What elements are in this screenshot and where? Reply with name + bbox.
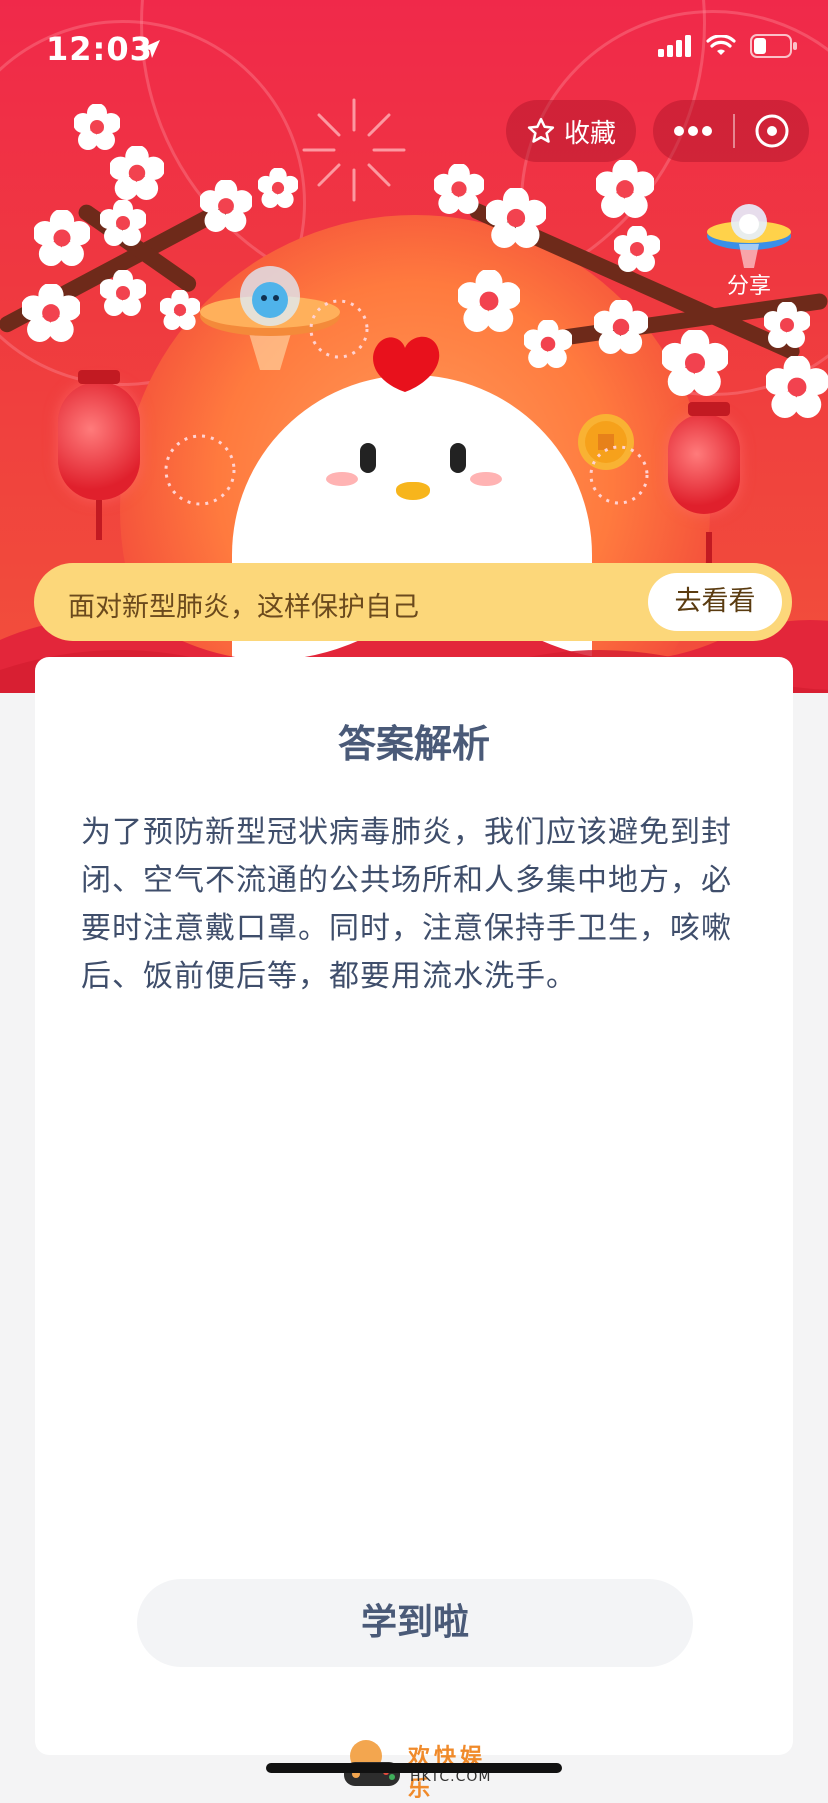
status-icons	[658, 34, 798, 58]
blossom-flower	[34, 210, 90, 266]
mini-program-capsule	[653, 100, 809, 162]
share-button[interactable]: 分享	[704, 196, 794, 300]
answer-body: 为了预防新型冠状病毒肺炎，我们应该避免到封闭、空气不流通的公共场所和人多集中地方…	[81, 815, 732, 994]
blossom-flower	[200, 180, 252, 232]
blossom-flower	[764, 302, 810, 348]
capsule-divider	[733, 114, 735, 148]
blossom-flower	[100, 270, 146, 316]
blossom-flower	[662, 330, 728, 396]
dotted-circle-decor	[309, 299, 369, 359]
share-label: 分享	[726, 274, 771, 299]
firework-icon	[302, 98, 406, 202]
answer-card: 答案解析 为了预防新型冠状病毒肺炎，我们应该避免到封闭、空气不流通的公共场所和人…	[35, 657, 793, 1755]
chick-eye	[450, 443, 466, 473]
blossom-flower	[258, 168, 298, 208]
chick-cheek	[470, 472, 502, 486]
notice-banner[interactable]: 面对新型肺炎，这样保护自己 去看看	[34, 563, 792, 641]
blossom-flower	[434, 164, 484, 214]
blossom-flower	[614, 226, 660, 272]
chick-comb	[373, 336, 440, 392]
blossom-flower	[594, 300, 648, 354]
lantern	[58, 370, 140, 540]
learned-button[interactable]: 学到啦	[137, 1579, 693, 1667]
favorite-button[interactable]: 收藏	[506, 100, 636, 162]
close-circle-icon[interactable]	[753, 112, 791, 150]
favorite-label: 收藏	[563, 118, 616, 149]
chick-eye	[360, 443, 376, 473]
cellular-signal-icon	[658, 35, 691, 57]
home-indicator[interactable]	[266, 1763, 562, 1773]
blossom-flower	[100, 200, 146, 246]
blossom-flower	[766, 356, 828, 418]
star-outline-icon	[527, 117, 555, 143]
blossom-flower	[596, 160, 654, 218]
banner-text: 面对新型肺炎，这样保护自己	[68, 592, 419, 623]
wifi-icon	[706, 35, 736, 55]
battery-icon	[750, 34, 797, 58]
more-icon[interactable]	[671, 121, 715, 141]
blossom-flower	[486, 188, 546, 248]
chick-cheek	[326, 472, 358, 486]
status-time: 12:03	[46, 30, 153, 68]
go-see-button[interactable]: 去看看	[648, 573, 782, 631]
dotted-circle-decor	[589, 445, 649, 505]
dotted-circle-decor	[164, 434, 236, 506]
answer-title: 答案解析	[337, 722, 490, 766]
blossom-flower	[524, 320, 572, 368]
status-bar: 12:03	[0, 0, 828, 100]
ufo-share-icon	[707, 204, 791, 268]
blossom-flower	[110, 146, 164, 200]
location-arrow-icon	[142, 40, 160, 58]
blossom-flower	[458, 270, 520, 332]
chick-beak	[396, 482, 430, 500]
lantern	[668, 402, 740, 572]
blossom-flower	[74, 104, 120, 150]
blossom-flower	[22, 284, 80, 342]
